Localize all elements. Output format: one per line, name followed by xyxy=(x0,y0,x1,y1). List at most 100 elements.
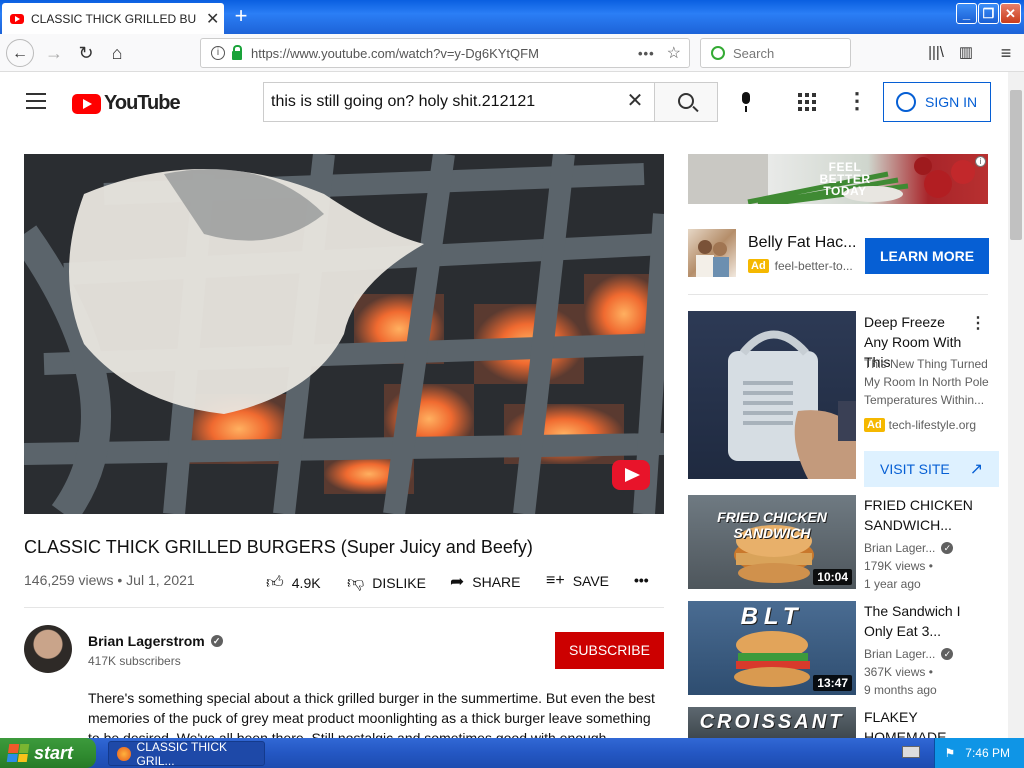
search-button[interactable] xyxy=(654,82,718,122)
library-icon[interactable]: |||\ xyxy=(922,39,950,67)
start-label: start xyxy=(34,742,74,763)
clock: 7:46 PM xyxy=(965,746,1010,760)
channel-name-link[interactable]: Brian Lagerstrom ✓ xyxy=(88,633,223,649)
firefox-icon xyxy=(117,746,131,761)
maximize-button[interactable]: ❐ xyxy=(978,3,999,24)
thumbnail-caption: CROISSANT xyxy=(699,711,845,733)
video-thumbnail[interactable]: CROISSANT xyxy=(688,707,856,738)
clear-search-icon[interactable]: ✕ xyxy=(620,86,650,116)
bookmark-star-icon[interactable]: ☆ xyxy=(667,43,681,63)
video-duration: 10:04 xyxy=(813,569,852,585)
url-text[interactable]: https://www.youtube.com/watch?v=y-Dg6KYt… xyxy=(251,46,638,61)
ad-domain: feel-better-to... xyxy=(774,259,853,273)
divider xyxy=(24,607,664,608)
video-views: 179K views • xyxy=(864,559,933,573)
video-title[interactable]: FLAKEY HOMEMADE xyxy=(864,707,984,738)
ad-info-icon[interactable]: i xyxy=(975,156,986,167)
subscribe-button[interactable]: SUBSCRIBE xyxy=(555,632,664,669)
start-button[interactable]: start xyxy=(0,738,96,768)
url-bar[interactable]: i https://www.youtube.com/watch?v=y-Dg6K… xyxy=(200,38,690,68)
external-link-icon: ↗ xyxy=(969,461,984,478)
ad-thumbnail[interactable] xyxy=(688,229,736,277)
keyboard-icon[interactable] xyxy=(902,746,920,758)
settings-more-icon[interactable]: ⋮ xyxy=(846,88,868,114)
channel-name[interactable]: Brian Lager... xyxy=(864,647,935,661)
channel-avatar[interactable] xyxy=(24,625,72,673)
close-window-button[interactable]: ✕ xyxy=(1000,3,1021,24)
sidebar-icon[interactable]: ▥ xyxy=(952,39,980,67)
back-icon[interactable]: ← xyxy=(6,39,34,67)
video-channel[interactable]: Brian Lager... ✓ xyxy=(864,541,954,555)
like-button[interactable]: 👍︎ 4.9K xyxy=(266,572,321,593)
reload-icon[interactable]: ↻ xyxy=(72,39,100,67)
lock-icon xyxy=(232,44,242,60)
ad-video-thumbnail[interactable] xyxy=(688,311,856,479)
guide-menu-icon[interactable] xyxy=(26,93,46,109)
page-actions-icon[interactable]: ••• xyxy=(638,46,655,61)
microphone-icon[interactable] xyxy=(733,86,761,116)
sign-in-label: SIGN IN xyxy=(925,94,978,110)
banner-text: FEEL BETTER TODAY xyxy=(819,160,871,198)
thumbnail-caption: BLT xyxy=(740,603,804,630)
video-duration: 13:47 xyxy=(813,675,852,691)
learn-more-button[interactable]: LEARN MORE xyxy=(865,238,989,274)
thumbs-up-icon: 👍︎ xyxy=(266,573,284,592)
minimize-button[interactable]: _ xyxy=(956,3,977,24)
windows-logo-icon xyxy=(6,744,30,762)
video-channel[interactable]: Brian Lager... ✓ xyxy=(864,647,954,661)
video-age: 9 months ago xyxy=(864,683,937,697)
account-icon xyxy=(896,92,916,112)
browser-tab[interactable]: CLASSIC THICK GRILLED BURGERS ✕ xyxy=(2,3,224,34)
logo-text: YouTube xyxy=(104,92,181,114)
air-cooler-image xyxy=(728,330,856,479)
apps-grid-icon[interactable] xyxy=(798,93,816,111)
new-tab-button[interactable]: + xyxy=(229,4,253,28)
browser-search-field[interactable]: Search xyxy=(700,38,851,68)
share-icon: ➦ xyxy=(450,572,465,591)
save-button[interactable]: ≡+ SAVE xyxy=(546,572,609,590)
ad-source: Ad feel-better-to... xyxy=(748,259,853,273)
playlist-add-icon: ≡+ xyxy=(546,572,565,589)
visit-site-button[interactable]: VISIT SITE ↗ xyxy=(864,451,999,487)
ad-source: Ad tech-lifestyle.org xyxy=(864,418,976,432)
like-count: 4.9K xyxy=(291,574,321,591)
share-button[interactable]: ➦ SHARE xyxy=(450,572,520,592)
search-engine-icon xyxy=(711,46,725,60)
page-scrollbar[interactable] xyxy=(1008,72,1024,738)
ad-title[interactable]: Belly Fat Hac... xyxy=(748,234,858,252)
share-label: SHARE xyxy=(472,574,521,590)
ad-badge: Ad xyxy=(748,259,769,273)
channel-name[interactable]: Brian Lagerstrom xyxy=(88,633,205,649)
forward-icon[interactable]: → xyxy=(40,39,68,67)
scrollbar-thumb[interactable] xyxy=(1010,90,1022,240)
more-actions-icon[interactable]: ••• xyxy=(634,572,649,588)
channel-name[interactable]: Brian Lager... xyxy=(864,541,935,555)
banner-ad[interactable]: FEEL BETTER TODAY xyxy=(688,154,988,204)
taskbar-window-button[interactable]: CLASSIC THICK GRIL... xyxy=(108,739,265,768)
subscriber-count: 417K subscribers xyxy=(88,654,181,668)
youtube-play-icon xyxy=(72,93,101,114)
tab-close-icon[interactable]: ✕ xyxy=(206,9,219,29)
video-views: 367K views • xyxy=(864,665,933,679)
video-thumbnail[interactable]: FRIED CHICKEN SANDWICH 10:04 xyxy=(688,495,856,589)
hamburger-menu-icon[interactable]: ≡ xyxy=(992,39,1020,67)
home-icon[interactable]: ⌂ xyxy=(103,39,131,67)
ad-image xyxy=(696,240,729,277)
info-icon[interactable]: i xyxy=(211,46,225,60)
ad-description: This New Thing Turned My Room In North P… xyxy=(864,357,989,407)
video-title[interactable]: The Sandwich I Only Eat 3... xyxy=(864,601,984,641)
video-thumbnail[interactable]: BLT 13:47 xyxy=(688,601,856,695)
video-title[interactable]: FRIED CHICKEN SANDWICH... xyxy=(864,495,984,535)
youtube-logo[interactable]: YouTube xyxy=(72,92,181,115)
search-placeholder: Search xyxy=(733,45,775,61)
network-icon[interactable]: ⚑ xyxy=(945,746,956,760)
sign-in-button[interactable]: SIGN IN xyxy=(883,82,991,122)
youtube-search-input[interactable]: this is still going on? holy shit.212121 xyxy=(263,82,655,122)
dislike-button[interactable]: 👎︎ DISLIKE xyxy=(347,572,426,593)
ad-badge: Ad xyxy=(864,418,885,432)
save-label: SAVE xyxy=(572,573,609,589)
video-player[interactable] xyxy=(24,154,664,514)
taskbar-window-label: CLASSIC THICK GRIL... xyxy=(136,739,227,768)
ad-menu-icon[interactable]: ⋮ xyxy=(970,313,986,333)
video-frame xyxy=(24,154,664,514)
